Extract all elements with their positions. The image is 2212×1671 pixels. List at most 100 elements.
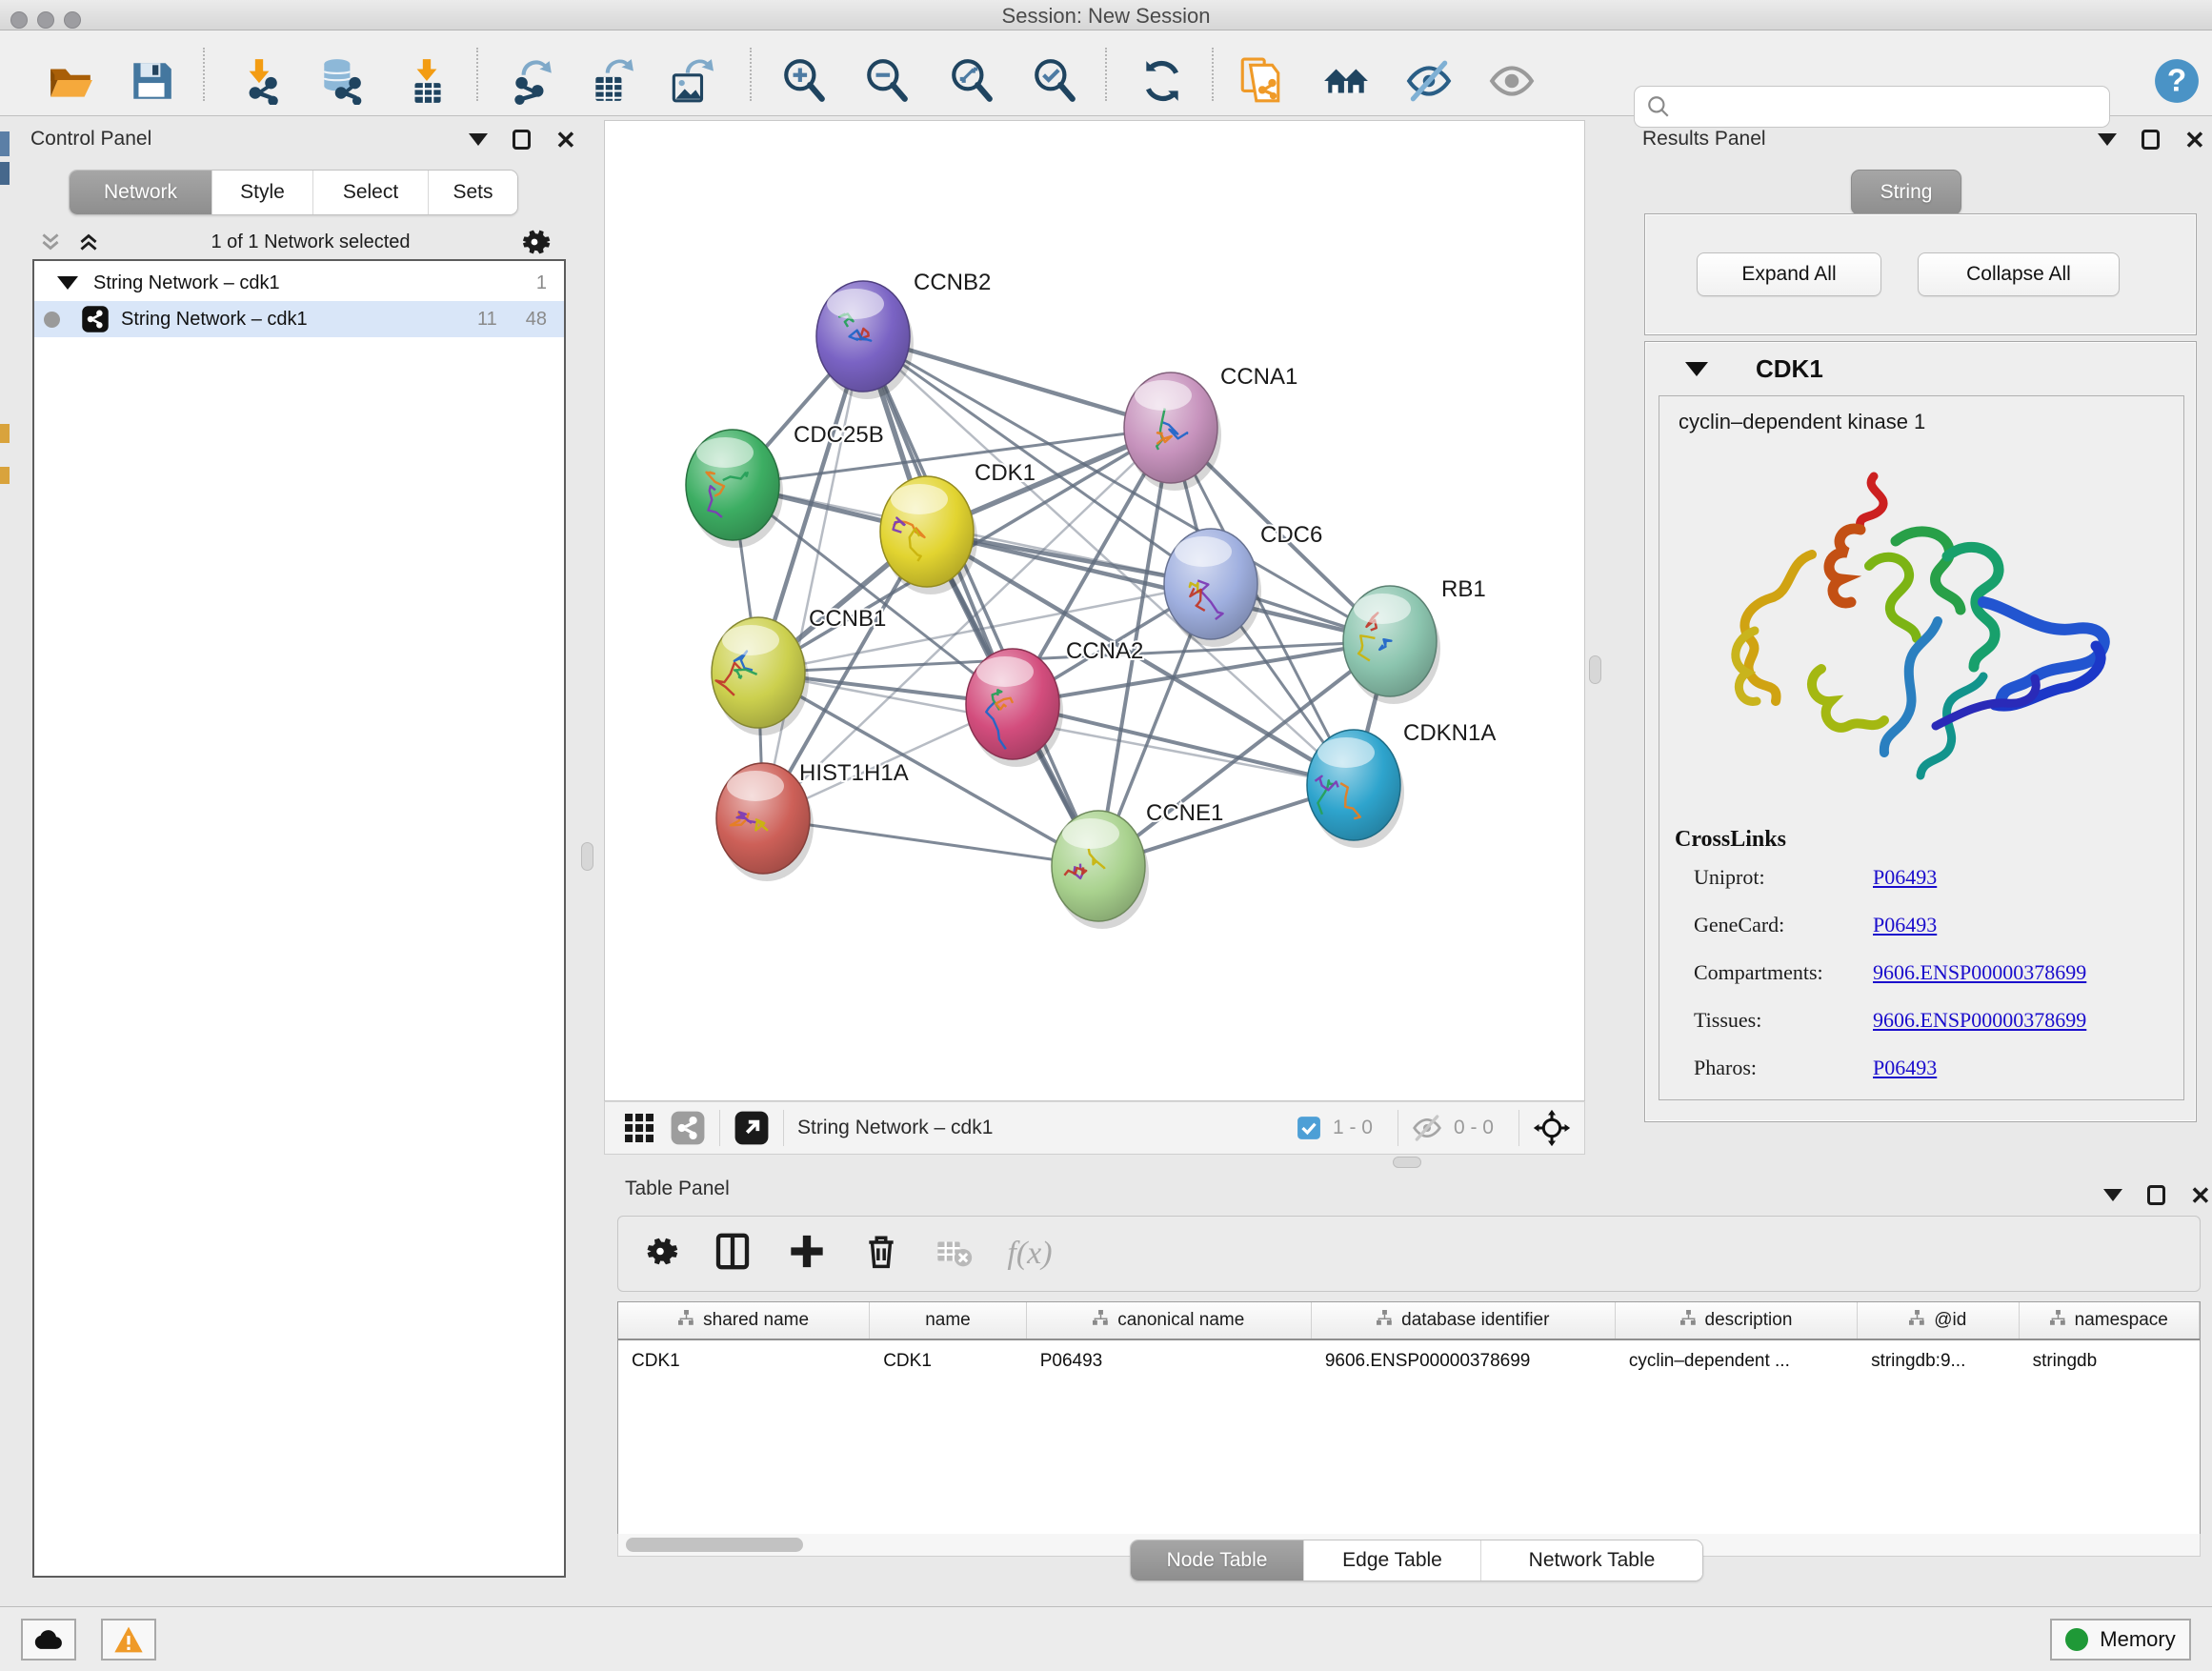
export-table-icon[interactable] bbox=[588, 57, 635, 105]
help-icon[interactable]: ? bbox=[2153, 57, 2201, 105]
collapse-all-button[interactable]: Collapse All bbox=[1918, 252, 2120, 296]
network-node-CDK1[interactable] bbox=[880, 476, 977, 594]
zoom-out-icon[interactable] bbox=[863, 57, 911, 105]
crosslink-value-link[interactable]: 9606.ENSP00000378699 bbox=[1873, 1008, 2086, 1033]
float-panel-icon[interactable] bbox=[2142, 130, 2160, 150]
table-cell[interactable]: stringdb:9... bbox=[1858, 1342, 2020, 1380]
collapse-section-icon[interactable] bbox=[1685, 362, 1708, 376]
crosslink-value-link[interactable]: 9606.ENSP00000378699 bbox=[1873, 960, 2086, 985]
column-header-namespace[interactable]: namespace bbox=[2020, 1302, 2200, 1339]
table-cell[interactable]: stringdb bbox=[2020, 1342, 2200, 1380]
tab-node-table[interactable]: Node Table bbox=[1131, 1540, 1304, 1580]
network-options-gear-icon[interactable] bbox=[518, 226, 551, 258]
tab-string[interactable]: String bbox=[1851, 170, 1961, 215]
memory-button[interactable]: Memory bbox=[2050, 1619, 2191, 1661]
bottom-splitter-grip[interactable] bbox=[1393, 1157, 1421, 1168]
network-node-CDC6[interactable] bbox=[1164, 529, 1261, 647]
network-canvas[interactable]: CCNB2CCNA1CDC25BCDK1CDC6RB1CCNB1CCNA2CDK… bbox=[604, 120, 1585, 1101]
left-splitter-grip[interactable] bbox=[581, 842, 593, 871]
column-header-canonical-name[interactable]: canonical name bbox=[1027, 1302, 1312, 1339]
network-edge[interactable] bbox=[863, 336, 1098, 866]
column-header-shared-name[interactable]: shared name bbox=[618, 1302, 870, 1339]
pan-crosshair-icon[interactable] bbox=[1533, 1109, 1571, 1147]
float-panel-icon[interactable] bbox=[2147, 1185, 2165, 1205]
delete-column-icon[interactable] bbox=[863, 1234, 899, 1275]
tree-expander-icon[interactable] bbox=[57, 276, 78, 290]
show-all-icon[interactable] bbox=[1488, 57, 1536, 105]
crosslink-value-link[interactable]: P06493 bbox=[1873, 913, 1937, 937]
column-header-label: namespace bbox=[2075, 1310, 2168, 1331]
expand-all-button[interactable]: Expand All bbox=[1697, 252, 1881, 296]
right-splitter-grip[interactable] bbox=[1589, 655, 1601, 684]
network-edge[interactable] bbox=[763, 336, 863, 818]
birdseye-view-icon[interactable] bbox=[734, 1110, 770, 1146]
zoom-selected-icon[interactable] bbox=[1031, 57, 1078, 105]
tab-network[interactable]: Network bbox=[70, 171, 212, 214]
tab-edge-table[interactable]: Edge Table bbox=[1304, 1540, 1481, 1580]
node-table-grid[interactable]: shared namenamecanonical namedatabase id… bbox=[617, 1301, 2201, 1536]
export-image-icon[interactable] bbox=[666, 57, 714, 105]
network-node-CDC25B[interactable] bbox=[686, 430, 783, 548]
close-panel-icon[interactable]: ✕ bbox=[2184, 131, 2205, 150]
apply-layout-icon[interactable] bbox=[1138, 57, 1186, 105]
string-network-graph[interactable]: CCNB2CCNA1CDC25BCDK1CDC6RB1CCNB1CCNA2CDK… bbox=[605, 121, 1586, 1102]
selected-node-edge-count: 1 - 0 bbox=[1333, 1117, 1373, 1139]
show-columns-icon[interactable] bbox=[714, 1233, 752, 1276]
tab-select[interactable]: Select bbox=[313, 171, 429, 214]
hide-selected-icon[interactable] bbox=[1405, 57, 1453, 105]
column-header--id[interactable]: @id bbox=[1858, 1302, 2019, 1339]
column-header-description[interactable]: description bbox=[1616, 1302, 1858, 1339]
grid-view-icon[interactable] bbox=[622, 1111, 656, 1145]
search-input[interactable] bbox=[1679, 96, 2109, 118]
network-node-CCNA1[interactable] bbox=[1124, 372, 1221, 491]
network-node-CDKN1A[interactable] bbox=[1307, 730, 1404, 848]
table-cell[interactable]: cyclin–dependent ... bbox=[1616, 1342, 1858, 1380]
table-cell[interactable]: CDK1 bbox=[870, 1342, 1027, 1380]
create-column-icon[interactable] bbox=[788, 1233, 826, 1276]
collapse-panel-icon[interactable] bbox=[2103, 1189, 2122, 1201]
network-node-CCNB2[interactable] bbox=[816, 281, 914, 399]
table-row[interactable]: CDK1CDK1P064939606.ENSP00000378699cyclin… bbox=[618, 1342, 2200, 1380]
import-table-icon[interactable] bbox=[403, 57, 451, 105]
collapse-panel-icon[interactable] bbox=[2098, 133, 2117, 146]
network-node-CCNB1[interactable] bbox=[712, 617, 809, 735]
zoom-in-icon[interactable] bbox=[780, 57, 828, 105]
network-node-RB1[interactable] bbox=[1343, 586, 1440, 704]
crosslink-value-link[interactable]: P06493 bbox=[1873, 865, 1937, 890]
close-panel-icon[interactable]: ✕ bbox=[555, 131, 576, 150]
network-collection-row[interactable]: String Network – cdk1 1 bbox=[34, 265, 564, 301]
tab-sets[interactable]: Sets bbox=[429, 171, 517, 214]
expand-all-tree-icon[interactable] bbox=[36, 230, 65, 254]
crosslink-value-link[interactable]: P06493 bbox=[1873, 1056, 1937, 1080]
open-session-icon[interactable] bbox=[47, 57, 94, 105]
column-header-database-identifier[interactable]: database identifier bbox=[1312, 1302, 1616, 1339]
warning-status-button[interactable] bbox=[101, 1619, 156, 1661]
export-network-icon[interactable] bbox=[508, 57, 555, 105]
tab-style[interactable]: Style bbox=[212, 171, 313, 214]
network-from-selection-icon[interactable] bbox=[1237, 57, 1284, 105]
network-node-CCNE1[interactable] bbox=[1052, 811, 1149, 929]
table-cell[interactable]: P06493 bbox=[1027, 1342, 1312, 1380]
zoom-fit-icon[interactable] bbox=[948, 57, 995, 105]
collapse-all-tree-icon[interactable] bbox=[74, 230, 103, 254]
cloud-status-button[interactable] bbox=[21, 1619, 76, 1661]
network-edge[interactable] bbox=[1013, 704, 1354, 785]
collapse-panel-icon[interactable] bbox=[469, 133, 488, 146]
float-panel-icon[interactable] bbox=[513, 130, 531, 150]
column-header-name[interactable]: name bbox=[870, 1302, 1027, 1339]
return-home-icon[interactable] bbox=[1322, 57, 1370, 105]
table-cell[interactable]: 9606.ENSP00000378699 bbox=[1312, 1342, 1616, 1380]
scrollbar-thumb[interactable] bbox=[626, 1538, 803, 1552]
table-options-gear-icon[interactable] bbox=[642, 1234, 678, 1275]
tab-network-table[interactable]: Network Table bbox=[1481, 1540, 1702, 1580]
protein-card-header[interactable]: CDK1 bbox=[1645, 342, 2196, 395]
selected-checkbox-icon[interactable] bbox=[1297, 1116, 1321, 1140]
table-cell[interactable]: CDK1 bbox=[618, 1342, 870, 1380]
import-network-icon[interactable] bbox=[235, 57, 283, 105]
close-panel-icon[interactable]: ✕ bbox=[2190, 1186, 2211, 1205]
save-session-icon[interactable] bbox=[128, 57, 175, 105]
network-node-CCNA2[interactable] bbox=[966, 649, 1063, 767]
network-row-selected[interactable]: String Network – cdk1 11 48 bbox=[34, 301, 564, 337]
import-network-from-database-icon[interactable] bbox=[317, 57, 365, 105]
network-view-icon[interactable] bbox=[670, 1110, 706, 1146]
